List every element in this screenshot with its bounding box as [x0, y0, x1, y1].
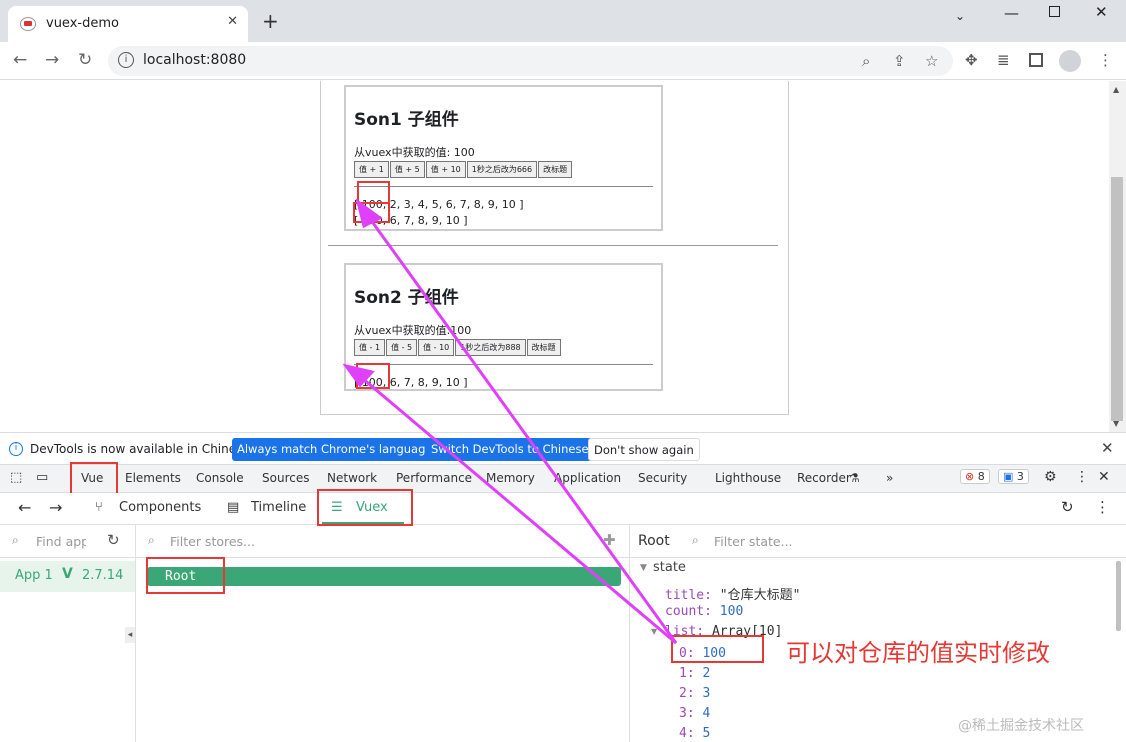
arrow-head-son1 — [355, 198, 383, 229]
annotation-text: 可以对仓库的值实时修改 — [786, 639, 1050, 667]
watermark: @稀土掘金技术社区 — [958, 718, 1084, 734]
arrow-to-son2 — [361, 376, 677, 645]
annotation-arrows — [342, 198, 678, 645]
arrow-to-son1 — [366, 215, 678, 644]
